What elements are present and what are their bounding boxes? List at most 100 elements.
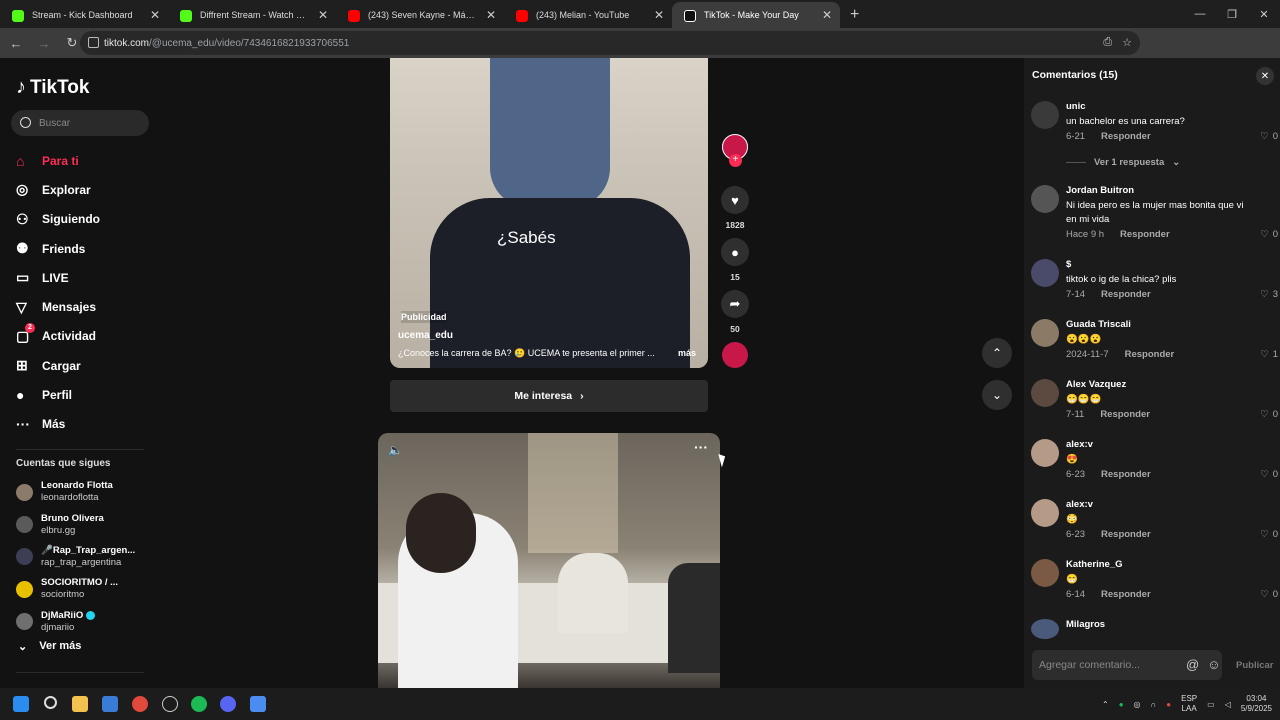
reply-button[interactable]: Responder [1125, 349, 1175, 360]
browser-tab[interactable]: (243) Melian - YouTube ✕ [504, 2, 672, 28]
reply-button[interactable]: Responder [1101, 589, 1151, 600]
headset-icon[interactable]: ∩ [1151, 700, 1157, 709]
comment-like[interactable]: ♡ 0 [1260, 589, 1278, 600]
comment-user[interactable]: Guada Triscali [1066, 319, 1131, 330]
install-icon[interactable]: ⎙ [1103, 36, 1112, 49]
app-icon[interactable] [250, 696, 266, 712]
avatar[interactable] [1031, 619, 1059, 639]
close-tab-icon[interactable]: ✕ [822, 8, 832, 22]
reply-button[interactable]: Responder [1120, 229, 1170, 240]
store-icon[interactable] [102, 696, 118, 712]
nav-item-actividad[interactable]: ▢ 2 Actividad [16, 322, 100, 351]
nav-item-live[interactable]: ▭ LIVE [16, 263, 100, 292]
discord-icon[interactable] [220, 696, 236, 712]
post-comment-button[interactable]: Publicar [1236, 660, 1274, 671]
file-explorer-icon[interactable] [72, 696, 88, 712]
video-player[interactable]: ¿Sabés Publicidad ucema_edu ¿Conoces la … [390, 58, 708, 368]
language-indicator[interactable]: ESP LAA [1181, 694, 1197, 715]
reply-button[interactable]: Responder [1101, 529, 1151, 540]
network-icon[interactable]: ▭ [1207, 700, 1215, 709]
cta-button[interactable]: Me interesa › [390, 380, 708, 412]
steam-tray-icon[interactable]: ◎ [1134, 700, 1141, 709]
close-icon[interactable]: ✕ [1256, 67, 1274, 85]
comment-like[interactable]: ♡ 0 [1260, 229, 1278, 240]
site-info-icon[interactable] [88, 37, 99, 48]
chrome-icon[interactable] [132, 696, 148, 712]
microphone-icon[interactable]: ● [1166, 700, 1171, 709]
comment-like[interactable]: ♡ 0 [1260, 469, 1278, 480]
view-replies-button[interactable]: Ver 1 respuesta ⌄ [1066, 157, 1180, 168]
steam-icon[interactable] [162, 696, 178, 712]
close-window-icon[interactable]: ✕ [1248, 0, 1280, 28]
following-account[interactable]: DjMaRiiO djmariio [16, 606, 135, 638]
like-icon[interactable]: ♥ [721, 186, 749, 214]
avatar[interactable] [1031, 259, 1059, 287]
following-account[interactable]: SOCIORITMO / ... socioritmo [16, 573, 135, 605]
volume-icon[interactable]: ◁ [1225, 700, 1231, 709]
browser-tab-active[interactable]: TikTok - Make Your Day ✕ [672, 2, 840, 28]
avatar[interactable] [1031, 319, 1059, 347]
url-field[interactable]: tiktok.com/@ucema_edu/video/743461682193… [80, 31, 1140, 55]
nav-item-para-ti[interactable]: ⌂ Para ti [16, 146, 100, 175]
avatar[interactable] [1031, 101, 1059, 129]
comment-user[interactable]: $ [1066, 259, 1071, 270]
avatar[interactable] [1031, 379, 1059, 407]
avatar[interactable] [1031, 439, 1059, 467]
back-icon[interactable]: ← [4, 36, 28, 51]
follow-plus-icon[interactable]: + [729, 154, 742, 167]
search-icon[interactable] [44, 696, 57, 709]
comment-like[interactable]: ♡ 3 [1260, 289, 1278, 300]
next-video-button[interactable]: ⌄ [982, 380, 1012, 410]
minimize-icon[interactable]: — [1184, 0, 1216, 28]
reply-button[interactable]: Responder [1101, 289, 1151, 300]
tiktok-logo[interactable]: ♪ TikTok [16, 76, 89, 99]
close-tab-icon[interactable]: ✕ [150, 8, 160, 22]
video-player[interactable]: 🔈 ··· [378, 433, 720, 688]
close-tab-icon[interactable]: ✕ [318, 8, 328, 22]
following-account[interactable]: Bruno Olivera elbru.gg [16, 508, 135, 540]
video-username[interactable]: ucema_edu [398, 330, 453, 341]
previous-video-button[interactable]: ⌃ [982, 338, 1012, 368]
avatar[interactable] [1031, 559, 1059, 587]
avatar[interactable] [1031, 499, 1059, 527]
comment-user[interactable]: alex:v [1066, 499, 1093, 510]
search-input[interactable]: Buscar [11, 110, 149, 136]
comment-like[interactable]: ♡ 1 [1260, 349, 1278, 360]
browser-tab[interactable]: Diffrent Stream - Watch Live on✕ [168, 2, 336, 28]
nav-item-mensajes[interactable]: ▽ Mensajes [16, 292, 100, 321]
clock[interactable]: 03:04 5/9/2025 [1241, 694, 1272, 715]
comment-like[interactable]: ♡ 0 [1260, 409, 1278, 420]
avatar[interactable] [1031, 185, 1059, 213]
browser-tab[interactable]: Stream - Kick Dashboard ✕ [0, 2, 168, 28]
more-link[interactable]: más [678, 348, 696, 358]
close-tab-icon[interactable]: ✕ [654, 8, 664, 22]
volume-icon[interactable]: 🔈 [388, 443, 403, 457]
bookmark-star-icon[interactable]: ☆ [1122, 36, 1132, 49]
comment-like[interactable]: ♡ 0 [1260, 529, 1278, 540]
reply-button[interactable]: Responder [1100, 409, 1150, 420]
see-more-button[interactable]: ⌄ Ver más [18, 640, 81, 653]
more-options-icon[interactable]: ··· [694, 439, 708, 455]
close-tab-icon[interactable]: ✕ [486, 8, 496, 22]
maximize-icon[interactable]: ❐ [1216, 0, 1248, 28]
comment-user[interactable]: Jordan Buitron [1066, 185, 1134, 196]
comment-like[interactable]: ♡ 0 [1260, 131, 1278, 142]
reply-button[interactable]: Responder [1101, 131, 1151, 142]
comment-icon[interactable]: ● [721, 238, 749, 266]
comment-user[interactable]: alex:v [1066, 439, 1093, 450]
nav-item-cargar[interactable]: ⊞ Cargar [16, 351, 100, 380]
nav-item-perfil[interactable]: ● Perfil [16, 380, 100, 409]
mention-icon[interactable]: @ [1186, 657, 1199, 672]
music-disc-icon[interactable] [722, 342, 748, 368]
forward-icon[interactable]: → [32, 36, 56, 51]
nav-item-mas[interactable]: ··· Más [16, 410, 100, 439]
windows-start-icon[interactable] [13, 696, 29, 712]
share-icon[interactable]: ➦ [721, 290, 749, 318]
comment-user[interactable]: Milagros [1066, 619, 1105, 630]
reply-button[interactable]: Responder [1101, 469, 1151, 480]
nav-item-explorar[interactable]: ◎ Explorar [16, 175, 100, 204]
following-account[interactable]: Leonardo Flotta leonardoflotta [16, 476, 135, 508]
following-account[interactable]: 🎤Rap_Trap_argen... rap_trap_argentina [16, 541, 135, 573]
nav-item-siguiendo[interactable]: ⚇ Siguiendo [16, 205, 100, 234]
new-tab-button[interactable]: + [840, 2, 869, 28]
